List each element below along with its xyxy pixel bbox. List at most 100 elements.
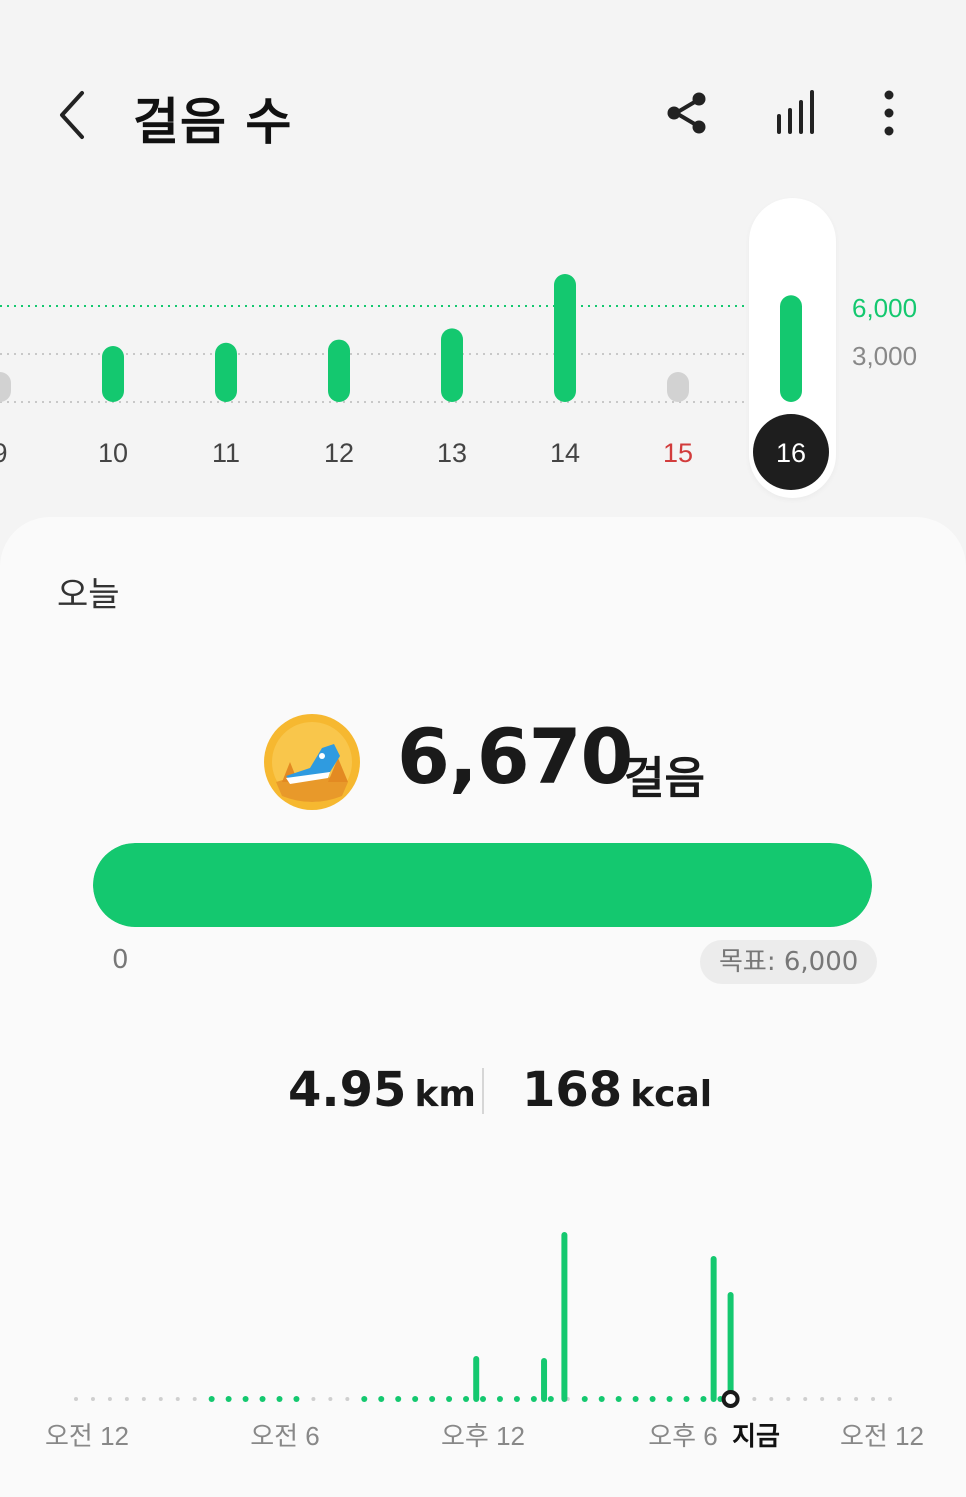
today-label: 오늘 [57,575,120,615]
calories-unit: kcal [630,1074,713,1115]
trends-button[interactable] [770,88,820,138]
hour-dot [74,1397,78,1401]
hour-dot [649,1396,656,1402]
hour-dot [463,1396,470,1402]
day-label-16[interactable]: 16 [776,438,806,468]
calories-metric: 168 kcal [522,1062,712,1118]
metrics-divider [482,1068,484,1114]
hour-dot [820,1397,825,1401]
steps-progress-bar [93,843,872,927]
hour-dot [395,1396,402,1402]
day-bar-15[interactable] [667,372,689,402]
hourly-steps-chart[interactable]: 오전 12 오전 6 오후 12 오후 6 지금 오전 12 [0,1200,966,1460]
back-button[interactable] [50,85,100,145]
time-axis-label: 오후 6 [648,1421,718,1451]
day-bar-16[interactable] [780,295,802,402]
weekly-steps-chart[interactable]: 6,000 3,000 9 10 11 12 13 14 15 16 [0,190,966,510]
hour-dot [752,1397,757,1401]
steps-progress-fill [93,843,872,927]
hour-dot [192,1397,197,1401]
hour-dot [632,1396,639,1402]
page-title: 걸음 수 [133,93,293,151]
day-bar-13[interactable] [441,328,463,402]
day-label-11[interactable]: 11 [212,438,240,468]
more-options-button[interactable] [864,88,914,138]
day-bar-10[interactable] [102,346,124,402]
day-label-15[interactable]: 15 [663,438,693,468]
day-label-13[interactable]: 13 [437,438,467,468]
hour-dot [328,1397,333,1401]
hour-dot [311,1397,316,1401]
hour-dot [615,1396,622,1402]
hour-dot [107,1397,112,1401]
hour-dot [871,1397,876,1401]
share-icon [667,92,706,134]
activity-metrics: 4.95 km 168 kcal [0,1062,966,1122]
hour-dot [480,1396,486,1402]
hour-dot [581,1396,588,1402]
hour-dot [496,1396,503,1402]
steps-unit: 걸음 [624,753,705,804]
hour-dot [124,1397,129,1401]
chevron-left-icon [60,91,84,139]
hour-dot [225,1396,232,1402]
day-bar-11[interactable] [215,342,237,402]
day-label-14[interactable]: 14 [550,438,580,468]
more-vertical-icon [884,90,894,136]
goal-achieved-badge [262,712,362,812]
share-button[interactable] [662,88,712,138]
distance-metric: 4.95 km [288,1062,476,1118]
hour-dot [446,1396,453,1402]
time-axis-label: 오후 12 [441,1421,525,1451]
hour-dot [530,1396,537,1402]
steps-screen: 걸음 수 6,000 3,000 10 11 12 13 14 15 16 오늘… [0,0,966,1497]
hour-dot [345,1397,350,1401]
hour-dot [90,1397,95,1401]
hour-dot [854,1397,859,1401]
hour-dot [276,1396,283,1402]
hour-dot [769,1397,774,1401]
hour-dot [803,1397,808,1401]
hour-dot [412,1396,419,1402]
hour-dot [208,1396,215,1402]
hour-dot [293,1396,300,1402]
hour-dot [700,1396,707,1402]
day-bar-14[interactable] [554,274,576,402]
progress-min-label: 0 [112,945,129,975]
hour-dot [888,1397,892,1401]
hour-dot [666,1396,673,1402]
hour-dot [141,1397,146,1401]
hour-dot [175,1397,180,1401]
running-shoe-badge-icon [264,714,360,810]
now-label: 지금 [732,1421,780,1451]
time-axis-label: 오전 12 [840,1421,924,1451]
steps-count: 6,670 [397,712,633,801]
day-label-12[interactable]: 12 [324,438,354,468]
hour-dot [513,1396,520,1402]
time-axis-label: 오전 12 [45,1421,129,1451]
app-header: 걸음 수 [0,60,966,170]
hour-dot [378,1396,385,1402]
distance-value: 4.95 [288,1062,407,1118]
hour-dot [547,1396,554,1402]
time-axis-label: 오전 6 [250,1421,320,1451]
hour-dot [837,1397,842,1401]
bar-chart-icon [777,90,814,134]
day-bar-12[interactable] [328,339,350,402]
now-marker [721,1390,740,1408]
hour-dot [361,1396,368,1402]
hour-dot [683,1396,690,1402]
hour-dot [786,1397,791,1401]
hour-dot [598,1396,605,1402]
calories-value: 168 [522,1062,623,1118]
hour-dot [259,1396,266,1402]
hour-dot [158,1397,163,1401]
day-bar-9[interactable] [0,372,11,402]
day-label-9[interactable]: 9 [0,438,8,468]
goal-axis-label: 6,000 [852,293,917,323]
mid-axis-label: 3,000 [852,341,917,371]
distance-unit: km [414,1074,476,1115]
day-label-10[interactable]: 10 [98,438,128,468]
hour-dot [429,1396,436,1402]
goal-chip[interactable]: 목표: 6,000 [700,940,878,984]
